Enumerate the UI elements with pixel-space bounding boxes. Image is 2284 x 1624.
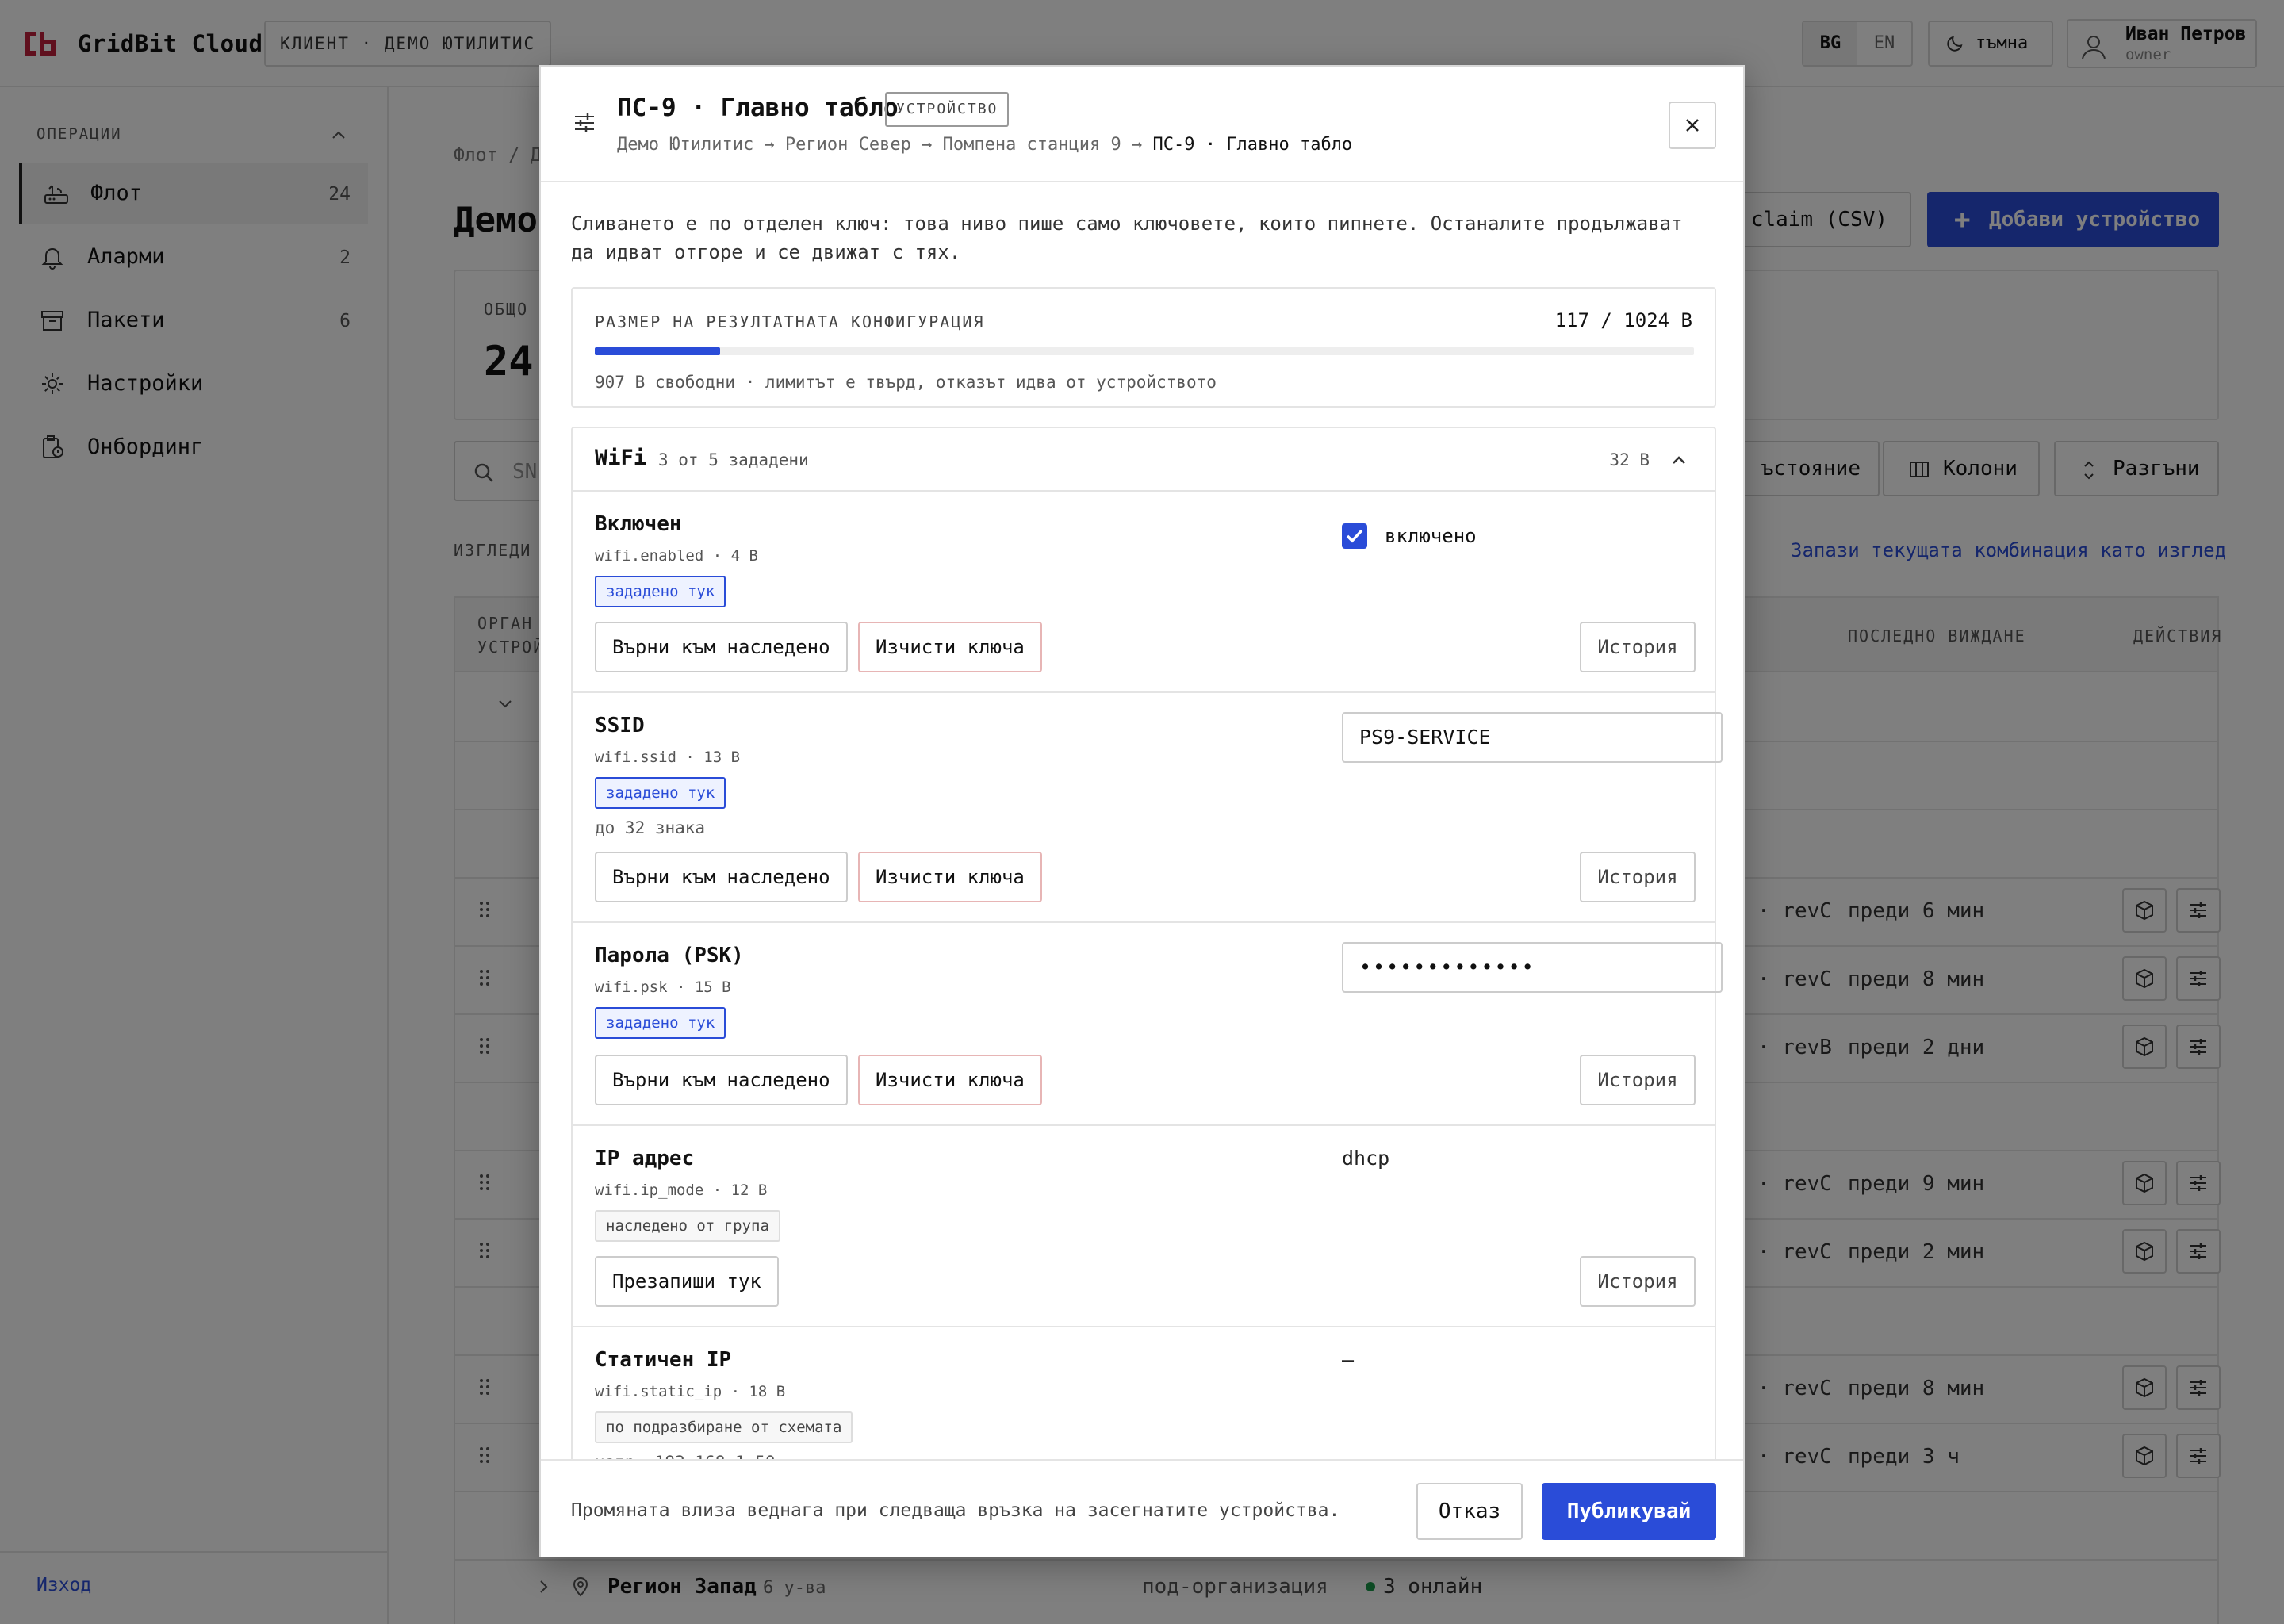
- group-name: WiFi: [595, 446, 647, 470]
- wifi-group: WiFi 3 от 5 зададени 32 B Включен wifi.e…: [571, 427, 1723, 1524]
- footer-message: Промяната влиза веднага при следваща връ…: [571, 1500, 1340, 1521]
- history-button[interactable]: История: [1580, 1055, 1696, 1105]
- cancel-button[interactable]: Отказ: [1416, 1483, 1523, 1540]
- enabled-checkbox[interactable]: [1342, 523, 1367, 549]
- modal-breadcrumb: Демо Ютилитис → Регион Север → Помпена с…: [617, 135, 1352, 155]
- config-editor-modal: ПС-9 · Главно табло УСТРОЙСТВО Демо Ютил…: [539, 65, 1745, 1557]
- modal-header: ПС-9 · Главно табло УСТРОЙСТВО Демо Ютил…: [541, 67, 1743, 182]
- history-button[interactable]: История: [1580, 622, 1696, 672]
- field-label: Статичен IP: [595, 1348, 732, 1372]
- group-count: 3 от 5 зададени: [658, 450, 809, 469]
- field-wifi-enabled: Включен wifi.enabled · 4 B зададено тук …: [573, 492, 1715, 693]
- config-size-panel: РАЗМЕР НА РЕЗУЛТАТНАТА КОНФИГУРАЦИЯ 117 …: [571, 287, 1716, 408]
- field-key: wifi.enabled · 4 B: [595, 547, 758, 565]
- field-wifi-ip-mode: IP адрес wifi.ip_mode · 12 B наследено о…: [573, 1126, 1715, 1327]
- config-size-bar-fill: [595, 347, 721, 355]
- revert-inherited-button[interactable]: Върни към наследено: [595, 1055, 848, 1105]
- config-size-value: 117 / 1024 B: [1554, 309, 1692, 331]
- breadcrumb-current: ПС-9 · Главно табло: [1152, 135, 1353, 155]
- field-key: wifi.ssid · 13 B: [595, 749, 741, 766]
- config-size-label: РАЗМЕР НА РЕЗУЛТАТНАТА КОНФИГУРАЦИЯ: [595, 312, 985, 331]
- field-key: wifi.ip_mode · 12 B: [595, 1182, 768, 1199]
- clear-key-button[interactable]: Изчисти ключа: [858, 622, 1042, 672]
- close-button[interactable]: [1669, 102, 1716, 149]
- device-type-badge: УСТРОЙСТВО: [885, 92, 1010, 127]
- field-label: IP адрес: [595, 1147, 695, 1170]
- inherited-badge: наследено от група: [595, 1210, 780, 1242]
- set-here-badge: зададено тук: [595, 576, 726, 607]
- field-label: Парола (PSK): [595, 944, 744, 967]
- static-ip-value: —: [1342, 1348, 1355, 1371]
- sliders-icon: [575, 113, 594, 132]
- clear-key-button[interactable]: Изчисти ключа: [858, 1055, 1042, 1105]
- field-label: Включен: [595, 512, 682, 536]
- modal-title: ПС-9 · Главно табло: [617, 94, 899, 122]
- chevron-up-icon[interactable]: [1670, 452, 1688, 469]
- set-here-badge: зададено тук: [595, 1007, 726, 1039]
- group-bytes: 32 B: [1609, 450, 1650, 469]
- psk-password-input[interactable]: •••••••••••••: [1342, 942, 1723, 993]
- breadcrumb-path: Демо Ютилитис → Регион Север → Помпена с…: [617, 135, 1143, 155]
- field-label: SSID: [595, 714, 645, 737]
- set-here-badge: зададено тук: [595, 777, 726, 809]
- field-wifi-psk: Парола (PSK) wifi.psk · 15 B зададено ту…: [573, 923, 1723, 1126]
- merge-description: Сливането е по отделен ключ: това ниво п…: [571, 213, 1683, 263]
- modal-body[interactable]: Сливането е по отделен ключ: това ниво п…: [541, 184, 1743, 1524]
- ip-mode-value: dhcp: [1342, 1147, 1390, 1170]
- clear-key-button[interactable]: Изчисти ключа: [858, 852, 1042, 902]
- field-wifi-ssid: SSID wifi.ssid · 13 B зададено тук до 32…: [573, 693, 1723, 923]
- config-size-note: 907 B свободни · лимитът е твърд, отказъ…: [595, 373, 1217, 392]
- check-icon: [1346, 529, 1363, 543]
- enabled-checkbox-label: включено: [1385, 525, 1477, 547]
- field-key: wifi.static_ip · 18 B: [595, 1383, 786, 1400]
- revert-inherited-button[interactable]: Върни към наследено: [595, 622, 848, 672]
- config-size-bar: [595, 347, 1694, 355]
- schema-default-badge: по подразбиране от схемата: [595, 1411, 853, 1443]
- override-here-button[interactable]: Презапиши тук: [595, 1256, 779, 1307]
- history-button[interactable]: История: [1580, 852, 1696, 902]
- field-hint: до 32 знака: [595, 818, 706, 837]
- ssid-input[interactable]: PS9-SERVICE: [1342, 712, 1723, 763]
- close-icon: [1686, 119, 1699, 132]
- history-button[interactable]: История: [1580, 1256, 1696, 1307]
- field-key: wifi.psk · 15 B: [595, 979, 731, 996]
- modal-footer: Промяната влиза веднага при следваща връ…: [541, 1459, 1743, 1557]
- revert-inherited-button[interactable]: Върни към наследено: [595, 852, 848, 902]
- publish-button[interactable]: Публикувай: [1542, 1483, 1716, 1540]
- wifi-group-header[interactable]: WiFi 3 от 5 зададени 32 B: [573, 428, 1715, 492]
